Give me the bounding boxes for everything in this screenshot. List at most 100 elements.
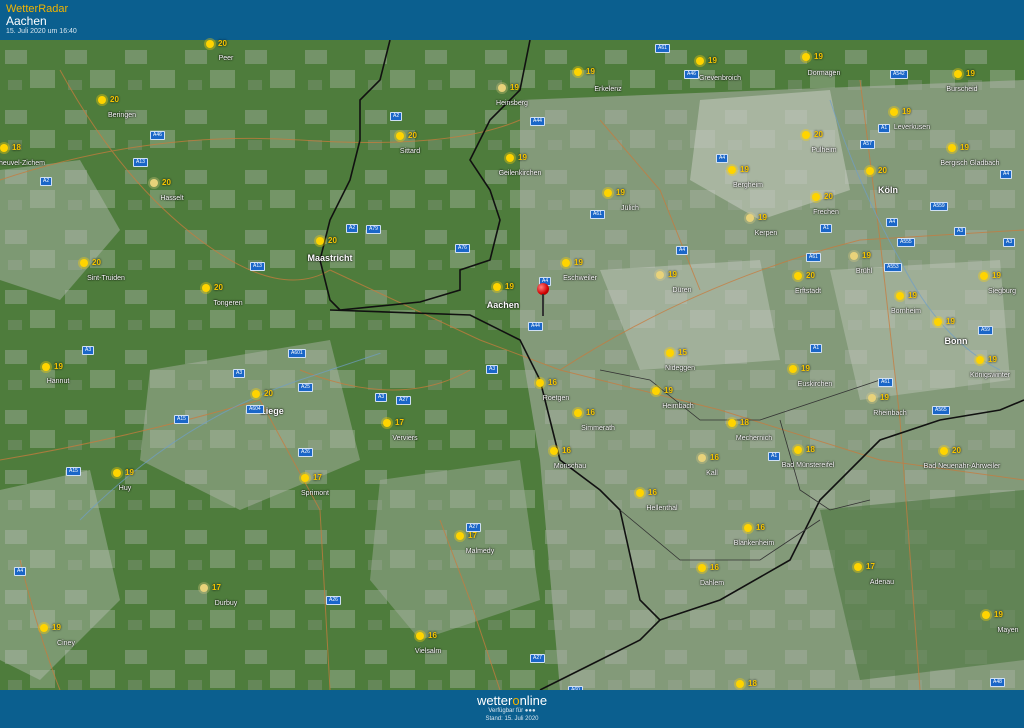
city-temperature: 19 [862,251,871,260]
highway-shield: A2 [346,224,359,233]
city-label[interactable]: Heinsberg [496,100,528,107]
sun-icon [794,272,802,280]
city-label[interactable]: Beringen [108,112,136,119]
city-label[interactable]: Rheinbach [873,410,906,417]
city-label[interactable]: Frechen [813,209,839,216]
city-label[interactable]: Bonn [945,336,968,346]
city-label[interactable]: Ciney [57,640,75,647]
city-label[interactable]: Sittard [400,148,420,155]
city-label[interactable]: Maastricht [307,253,352,263]
highway-shield: A79 [366,225,381,234]
city-label[interactable]: Adenau [870,579,894,586]
city-label[interactable]: Bad Münstereifel [782,462,835,469]
city-label[interactable]: Verviers [392,435,417,442]
sun-icon [574,68,582,76]
sun-icon [498,84,506,92]
city-label[interactable]: Kall [706,470,718,477]
city-label[interactable]: Eschweiler [563,275,597,282]
highway-shield: A1 [810,344,823,353]
city-label[interactable]: Düren [672,287,691,294]
city-temperature: 20 [110,95,119,104]
city-label[interactable]: Dahlem [700,580,724,587]
city-temperature: 20 [162,178,171,187]
city-temperature: 19 [994,610,1003,619]
location-pin-stem [542,294,544,316]
city-label[interactable]: Königswinter [970,372,1010,379]
app-header: WetterRadar Aachen 15. Juli 2020 um 16:4… [0,0,1024,40]
city-temperature: 19 [518,153,527,162]
city-label[interactable]: Simmerath [581,425,615,432]
city-label[interactable]: Geilenkirchen [499,170,542,177]
highway-shield: A46 [150,131,165,140]
city-label[interactable]: Bornheim [891,308,921,315]
city-label[interactable]: Pulheim [811,147,836,154]
city-label[interactable]: heuvel-Zichem [0,160,45,167]
city-label[interactable]: Aachen [487,300,520,310]
city-label[interactable]: Euskirchen [798,381,833,388]
city-label[interactable]: Burscheid [946,86,977,93]
wetteronline-logo[interactable]: wetteronline [0,693,1024,708]
city-label[interactable]: Vielsalm [415,648,441,655]
highway-shield: A44 [528,322,543,331]
city-label[interactable]: Hasselt [160,195,183,202]
city-label[interactable]: Kerpen [755,230,778,237]
highway-shield: A3 [375,393,388,402]
highway-shield: A542 [890,70,908,79]
city-label[interactable]: Peer [219,55,234,62]
city-temperature: 19 [992,271,1001,280]
sun-icon [396,132,404,140]
city-temperature: 16 [710,453,719,462]
city-label[interactable]: Erftstadt [795,288,821,295]
city-label[interactable]: Erkelenz [594,86,621,93]
city-label[interactable]: Sprimont [301,490,329,497]
city-label[interactable]: Roetgen [543,395,569,402]
city-label[interactable]: Tongeren [213,300,242,307]
city-label[interactable]: Hannut [47,378,70,385]
city-temperature: 19 [586,67,595,76]
city-label[interactable]: Sint-Truiden [87,275,125,282]
sun-icon [744,524,752,532]
sun-icon [40,624,48,632]
city-label[interactable]: Huy [119,485,131,492]
city-label[interactable]: Bad Neuenahr-Ahrweiler [924,463,1001,470]
city-label[interactable]: Leverkusen [894,124,930,131]
city-label[interactable]: Durbuy [215,600,238,607]
highway-shield: A13 [250,262,265,271]
sun-icon [954,70,962,78]
city-label[interactable]: Monschau [554,463,586,470]
sun-icon [536,379,544,387]
city-label[interactable]: Brühl [856,268,872,275]
availability-label: Verfügbar für ●●● [488,708,536,714]
sun-icon [850,252,858,260]
highway-shield: A4 [716,154,729,163]
city-label[interactable]: Hellenthal [646,505,677,512]
city-label[interactable]: Nideggen [665,365,695,372]
city-label[interactable]: Mechernich [736,435,772,442]
city-temperature: 16 [586,408,595,417]
highway-shield: A3 [233,369,246,378]
city-temperature: 20 [92,258,101,267]
city-label[interactable]: Heimbach [662,403,694,410]
city-label[interactable]: Grevenbroich [699,75,741,82]
highway-shield: A13 [133,158,148,167]
highway-shield: A15 [174,415,189,424]
city-label[interactable]: Liege [260,406,284,416]
city-temperature: 16 [756,523,765,532]
city-label[interactable]: Dormagen [808,70,841,77]
city-label[interactable]: Siegburg [988,288,1016,295]
sun-icon [976,356,984,364]
city-temperature: 19 [988,355,997,364]
city-label[interactable]: Mayen [997,627,1018,634]
city-label[interactable]: Köln [878,185,898,195]
sun-icon [794,446,802,454]
city-label[interactable]: Bergisch Gladbach [940,160,999,167]
sun-icon [696,57,704,65]
city-label[interactable]: Malmedy [466,548,494,555]
city-label[interactable]: Bergheim [733,182,763,189]
city-temperature: 19 [510,83,519,92]
city-temperature: 19 [814,52,823,61]
highway-shield: A553 [884,263,902,272]
city-label[interactable]: Jülich [621,205,639,212]
highway-shield: A4 [14,567,27,576]
city-label[interactable]: Blankenheim [734,540,774,547]
